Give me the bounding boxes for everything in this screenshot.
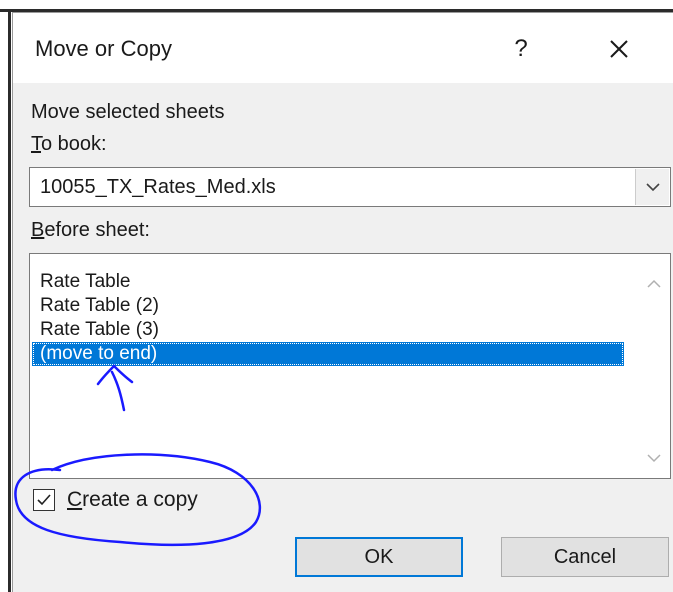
to-book-label: To book: <box>31 133 107 156</box>
to-book-dropdown[interactable]: 10055_TX_Rates_Med.xls <box>29 167 671 207</box>
close-icon <box>610 40 628 58</box>
list-scrollbar[interactable] <box>639 255 669 477</box>
close-button[interactable] <box>599 31 639 67</box>
to-book-label-text: o book: <box>41 133 107 155</box>
section-label: Move selected sheets <box>31 101 225 123</box>
create-copy-label-mnemonic: C <box>67 488 83 511</box>
before-sheet-label-mnemonic: B <box>31 219 45 241</box>
before-sheet-label-text: efore sheet: <box>44 219 150 241</box>
checkmark-icon <box>37 494 51 506</box>
to-book-value: 10055_TX_Rates_Med.xls <box>40 176 276 198</box>
sheet-list-item-rate-table-3[interactable]: Rate Table (3) <box>32 318 624 342</box>
sheet-list-item-rate-table[interactable]: Rate Table <box>32 270 624 294</box>
to-book-label-mnemonic: T <box>31 133 41 155</box>
scrollbar-arrows <box>647 279 661 463</box>
create-copy-option[interactable]: Create a copy <box>33 487 293 517</box>
create-copy-checkbox[interactable] <box>33 489 55 511</box>
background-sheet-border-left <box>8 12 11 592</box>
to-book-dropdown-button[interactable] <box>635 169 669 205</box>
help-button[interactable]: ? <box>503 31 539 67</box>
create-copy-label: Create a copy <box>67 488 198 512</box>
dialog-titlebar: Move or Copy ? <box>13 13 673 83</box>
cancel-button[interactable]: Cancel <box>501 537 669 577</box>
dialog-title: Move or Copy <box>35 36 172 61</box>
before-sheet-list[interactable]: Rate Table Rate Table (2) Rate Table (3)… <box>29 253 671 479</box>
before-sheet-label: Before sheet: <box>31 219 150 242</box>
scroll-up-icon <box>647 279 661 288</box>
chevron-down-icon <box>646 183 660 192</box>
ok-button[interactable]: OK <box>295 537 463 577</box>
move-or-copy-dialog: Move or Copy ? Move selected sheets To b… <box>12 12 673 592</box>
create-copy-label-text: reate a copy <box>82 488 198 511</box>
sheet-list-item-rate-table-2[interactable]: Rate Table (2) <box>32 294 624 318</box>
sheet-list-item-move-to-end[interactable]: (move to end) <box>32 342 624 366</box>
scroll-down-icon <box>647 454 661 463</box>
